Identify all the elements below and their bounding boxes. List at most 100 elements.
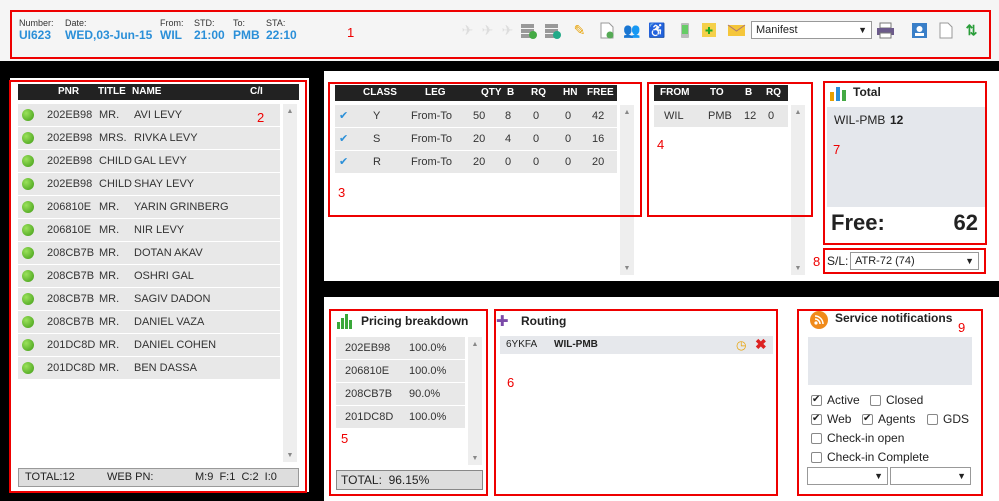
leg-row[interactable]: WIL PMB 12 0 — [654, 105, 788, 127]
scroll-down-icon[interactable]: ▼ — [620, 265, 634, 272]
filter-gds[interactable]: GDS — [927, 412, 969, 426]
passenger-scrollbar[interactable]: ▲ ▼ — [283, 104, 297, 462]
leg-scrollbar[interactable]: ▲ ▼ — [791, 105, 805, 275]
scroll-down-icon[interactable]: ▼ — [468, 455, 482, 462]
mail-icon[interactable] — [727, 22, 746, 39]
document-icon[interactable] — [937, 22, 954, 39]
passenger-row[interactable]: 201DC8D MR. DANIEL COHEN — [18, 334, 280, 356]
check-icon: ✔ — [339, 110, 349, 122]
passenger-row[interactable]: 202EB98 CHILD SHAY LEVY — [18, 173, 280, 195]
pricing-row[interactable]: 201DC8D 100.0% — [336, 406, 465, 428]
chevron-down-icon: ▼ — [858, 25, 867, 35]
flight-date-field: Date: WED,03-Jun-15 — [65, 18, 153, 42]
plane-depart-icon[interactable]: ✈ — [479, 22, 496, 39]
annotation-label-1: 1 — [347, 25, 355, 40]
free-label: Free: — [831, 210, 885, 235]
total-route-area: WIL-PMB 12 — [827, 107, 986, 207]
passenger-row[interactable]: 208CB7B MR. SAGIV DADON — [18, 288, 280, 310]
passenger-row[interactable]: 206810E MR. YARIN GRINBERG — [18, 196, 280, 218]
notification-filter-select-2[interactable]: ▼ — [890, 467, 971, 485]
scroll-down-icon[interactable]: ▼ — [791, 265, 805, 272]
scroll-up-icon[interactable]: ▲ — [468, 341, 482, 348]
annotation-label-8: 8 — [813, 254, 821, 269]
annotation-label-9: 9 — [958, 320, 966, 335]
plane-arrive-icon[interactable]: ✈ — [499, 22, 516, 39]
document-add-icon[interactable] — [598, 22, 615, 39]
active-checkbox[interactable] — [811, 393, 822, 407]
flight-header-bar: Number: UI623 Date: WED,03-Jun-15 From: … — [0, 0, 999, 61]
pencil-icon[interactable]: ✎ — [571, 22, 588, 39]
checkin-status-icon — [22, 270, 34, 282]
flight-number-field: Number: UI623 — [19, 18, 54, 42]
filter-closed[interactable]: Closed — [870, 393, 923, 407]
pricing-total: TOTAL: 96.15% — [336, 470, 483, 490]
passenger-row[interactable]: 206810E MR. NIR LEVY — [18, 219, 280, 241]
notifications-title: Service notifications — [835, 311, 953, 325]
passenger-row[interactable]: 208CB7B MR. DOTAN AKAV — [18, 242, 280, 264]
printer-icon[interactable] — [876, 22, 894, 39]
id-card-icon[interactable] — [911, 22, 928, 39]
checkin-status-icon — [22, 224, 34, 236]
web-checkbox[interactable] — [811, 412, 822, 426]
passenger-list-panel: PNR TITLE NAME C/I 202EB98 MR. AVI LEVY 202… — [10, 78, 309, 492]
plane-icon[interactable]: ✈ — [459, 22, 476, 39]
swap-arrows-icon[interactable]: ⇅ — [963, 22, 980, 39]
routing-title: Routing — [521, 314, 567, 328]
passenger-row[interactable]: 202EB98 MR. AVI LEVY — [18, 104, 280, 126]
class-table-header: CLASS LEG QTY B RQ HN FREE — [335, 85, 617, 101]
stack-add-icon[interactable] — [520, 22, 537, 39]
routing-row[interactable]: 6YKFA WIL-PMB ◷ ✖ — [500, 336, 773, 354]
agents-checkbox[interactable] — [862, 412, 873, 426]
filter-web[interactable]: Web — [811, 412, 851, 426]
details-area: Pricing breakdown 202EB98 100.0% 206810E 10… — [324, 297, 999, 501]
sta-field: STA: 22:10 — [266, 18, 297, 42]
checkin-status-icon — [22, 293, 34, 305]
checkin-status-icon — [22, 339, 34, 351]
mobile-icon[interactable] — [676, 22, 693, 39]
pricing-scrollbar[interactable]: ▲ ▼ — [468, 337, 482, 465]
leg-table-header: FROM TO B RQ — [654, 85, 788, 101]
note-add-icon[interactable] — [701, 22, 718, 39]
check-icon: ✔ — [339, 156, 349, 168]
puzzle-icon: ✚ — [496, 313, 509, 330]
checkin-status-icon — [22, 362, 34, 374]
checkin-open-checkbox[interactable] — [811, 433, 822, 445]
pricing-row[interactable]: 208CB7B 90.0% — [336, 383, 465, 405]
stack-remove-icon[interactable] — [544, 22, 561, 39]
gds-checkbox[interactable] — [927, 414, 938, 426]
chevron-down-icon: ▼ — [874, 471, 883, 481]
passenger-row[interactable]: 202EB98 CHILD GAL LEVY — [18, 150, 280, 172]
class-row[interactable]: ✔ Y From-To 50 8 0 0 42 — [335, 105, 617, 127]
filter-active[interactable]: Active — [811, 393, 860, 407]
inventory-area: CLASS LEG QTY B RQ HN FREE ✔ Y From-To 50 8 0… — [324, 71, 999, 281]
users-icon[interactable]: 👥 — [623, 22, 640, 39]
filter-agents[interactable]: Agents — [862, 412, 915, 426]
checkin-complete-checkbox[interactable] — [811, 452, 822, 464]
seat-layout-select[interactable]: ATR-72 (74) ▼ — [850, 252, 979, 270]
class-scrollbar[interactable]: ▲ ▼ — [620, 105, 634, 275]
notification-filter-select-1[interactable]: ▼ — [807, 467, 888, 485]
pricing-row[interactable]: 202EB98 100.0% — [336, 337, 465, 359]
from-field: From: WIL — [160, 18, 184, 42]
passenger-row[interactable]: 202EB98 MRS. RIVKA LEVY — [18, 127, 280, 149]
scroll-down-icon[interactable]: ▼ — [283, 452, 297, 459]
passenger-row[interactable]: 208CB7B MR. DANIEL VAZA — [18, 311, 280, 333]
filter-checkin-complete[interactable]: Check-in Complete — [811, 450, 929, 464]
scroll-up-icon[interactable]: ▲ — [791, 109, 805, 116]
filter-checkin-open[interactable]: Check-in open — [811, 431, 904, 445]
class-row[interactable]: ✔ S From-To 20 4 0 0 16 — [335, 128, 617, 150]
chevron-down-icon: ▼ — [965, 256, 974, 266]
document-select[interactable]: Manifest ▼ — [751, 21, 872, 39]
user-edit-icon[interactable]: ♿ — [648, 22, 665, 39]
scroll-up-icon[interactable]: ▲ — [620, 109, 634, 116]
clock-icon[interactable]: ◷ — [736, 336, 746, 354]
passenger-row[interactable]: 201DC8D MR. BEN DASSA — [18, 357, 280, 379]
delete-icon[interactable]: ✖ — [755, 335, 767, 353]
closed-checkbox[interactable] — [870, 395, 881, 407]
passenger-row[interactable]: 208CB7B MR. OSHRI GAL — [18, 265, 280, 287]
class-row[interactable]: ✔ R From-To 20 0 0 0 20 — [335, 151, 617, 173]
scroll-up-icon[interactable]: ▲ — [283, 108, 297, 115]
checkin-status-icon — [22, 155, 34, 167]
pricing-row[interactable]: 206810E 100.0% — [336, 360, 465, 382]
check-icon: ✔ — [339, 133, 349, 145]
